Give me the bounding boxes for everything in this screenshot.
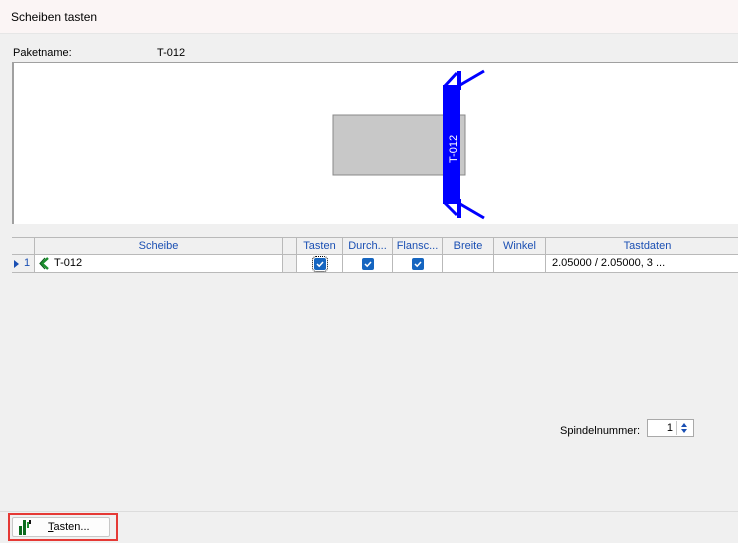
cell-durchmesser[interactable] xyxy=(343,255,393,273)
tasten-mnemonic: T xyxy=(48,521,54,533)
tasten-button[interactable]: Tasten... xyxy=(12,517,110,537)
column-durchmesser[interactable]: Durch... xyxy=(343,237,393,255)
tasten-checkbox[interactable] xyxy=(311,256,328,272)
cell-breite[interactable] xyxy=(443,255,494,273)
spin-up-icon[interactable] xyxy=(681,423,687,427)
disc-chevron-icon xyxy=(39,257,49,270)
tasten-button-label: Tasten... xyxy=(48,521,90,533)
checkmark-icon xyxy=(315,261,324,268)
cell-tasten[interactable] xyxy=(297,255,343,273)
checkmark-icon xyxy=(363,261,372,268)
spindle-number-value[interactable]: 1 xyxy=(667,422,673,434)
row-number: 1 xyxy=(24,257,31,269)
cell-tastdaten[interactable]: 2.05000 / 2.05000, 3 ... xyxy=(546,255,738,273)
footer-divider xyxy=(0,511,738,512)
column-scheibe[interactable]: Scheibe xyxy=(35,237,283,255)
column-tastdaten[interactable]: Tastdaten xyxy=(546,237,738,255)
spin-buttons[interactable] xyxy=(676,421,692,435)
spindle-number-stepper[interactable]: 1 xyxy=(647,419,694,437)
spindle-number-label: Spindelnummer: xyxy=(560,425,641,437)
cell-flansch[interactable] xyxy=(393,255,443,273)
disc-name: T-012 xyxy=(54,257,83,269)
column-flansch[interactable]: Flansc... xyxy=(393,237,443,255)
package-name-label: Paketname: xyxy=(13,47,72,59)
row-header[interactable]: 1 xyxy=(12,255,35,273)
table-header: Scheibe Tasten Durch... Flansc... Breite… xyxy=(12,237,738,255)
disc-preview: T-012 xyxy=(12,62,738,224)
probe-icon xyxy=(19,520,31,535)
disc-preview-drawing: T-012 xyxy=(332,69,485,220)
window-title: Scheiben tasten xyxy=(11,10,98,24)
current-row-arrow-icon xyxy=(14,260,19,268)
durchmesser-checkbox[interactable] xyxy=(361,258,374,270)
column-spacer xyxy=(283,237,297,255)
table-row[interactable]: 1 T-012 2.05000 / 2.05000, 3 ... xyxy=(12,255,738,273)
flansch-checkbox[interactable] xyxy=(411,258,424,270)
header-corner xyxy=(12,237,35,255)
disc-flange-bottom xyxy=(443,201,459,217)
package-name-value: T-012 xyxy=(157,47,186,59)
disc-bottom-line xyxy=(459,202,485,220)
disc-label: T-012 xyxy=(448,135,460,163)
checkmark-icon xyxy=(413,261,422,268)
cell-winkel[interactable] xyxy=(494,255,546,273)
spin-down-icon[interactable] xyxy=(681,429,687,433)
disc-top-line xyxy=(459,69,485,87)
title-bar: Scheiben tasten xyxy=(0,0,738,34)
column-winkel[interactable]: Winkel xyxy=(494,237,546,255)
disc-table: Scheibe Tasten Durch... Flansc... Breite… xyxy=(12,237,738,273)
disc-flange-top xyxy=(443,71,459,88)
column-breite[interactable]: Breite xyxy=(443,237,494,255)
cell-scheibe[interactable]: T-012 xyxy=(35,255,283,273)
column-tasten[interactable]: Tasten xyxy=(297,237,343,255)
cell-spacer xyxy=(283,255,297,273)
